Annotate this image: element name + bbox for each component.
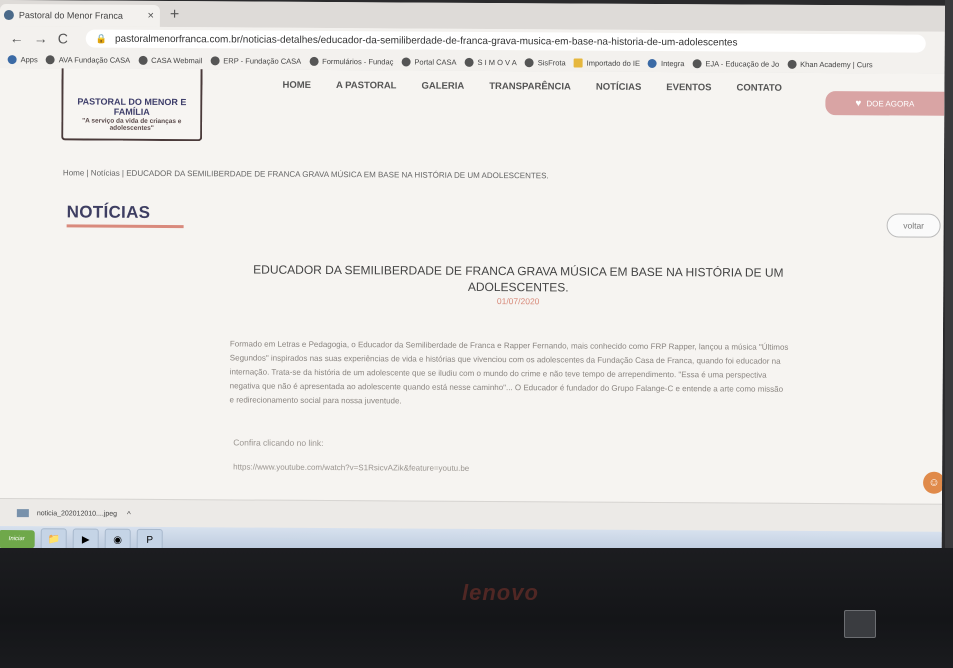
chevron-up-icon[interactable]: ^ (127, 509, 131, 518)
globe-icon (692, 58, 702, 68)
bookmark-formularios[interactable]: Formulários - Fundaç (309, 56, 393, 66)
globe-icon (309, 56, 319, 66)
new-tab-button[interactable]: + (170, 6, 179, 24)
globe-icon (210, 55, 220, 65)
chat-bubble-icon[interactable]: ☺ (923, 471, 945, 494)
nav-noticias[interactable]: NOTÍCIAS (596, 82, 641, 93)
nav-transparencia[interactable]: TRANSPARÊNCIA (489, 81, 571, 92)
donate-button[interactable]: ♥ DOE AGORA (825, 91, 945, 116)
laptop-bezel (0, 548, 953, 668)
bookmark-apps[interactable]: Apps (7, 54, 38, 64)
bookmark-ava[interactable]: AVA Fundação CASA (45, 54, 130, 64)
hardware-sticker (844, 610, 876, 638)
bookmark-importado[interactable]: Importado do IE (573, 58, 640, 68)
breadcrumb[interactable]: Home | Notícias | EDUCADOR DA SEMILIBERD… (63, 168, 549, 180)
back-arrow-icon[interactable]: ← (10, 30, 24, 46)
monitor-screen: Pastoral do Menor Franca × + ← → C 🔒 pas… (0, 0, 945, 558)
bookmark-portal[interactable]: Portal CASA (401, 56, 457, 67)
article-date: 01/07/2020 (496, 296, 540, 307)
page-title: NOTÍCIAS (66, 202, 151, 222)
lock-icon: 🔒 (95, 33, 108, 44)
article-body: Formado em Letras e Pedagogia, o Educado… (229, 339, 789, 406)
article-headline: EDUCADOR DA SEMILIBERDADE DE FRANCA GRAV… (253, 262, 784, 295)
article-cta: Confira clicando no link: (233, 437, 324, 448)
globe-icon (648, 58, 658, 68)
site-favicon-icon (3, 10, 14, 21)
nav-galeria[interactable]: GALERIA (421, 81, 464, 92)
back-button[interactable]: voltar (886, 213, 941, 238)
bookmark-sisfrota[interactable]: SisFrota (524, 57, 566, 67)
address-bar[interactable]: 🔒 pastoralmenorfranca.com.br/noticias-de… (85, 29, 926, 53)
apps-grid-icon (7, 54, 17, 64)
start-button[interactable]: Iniciar (0, 530, 35, 549)
bookmark-icon (45, 54, 55, 64)
lenovo-logo: lenovo (462, 580, 539, 605)
folder-icon (573, 58, 583, 68)
globe-icon (524, 57, 534, 67)
title-underline (66, 224, 184, 229)
downloaded-file[interactable]: noticia_202012010....jpeg (37, 510, 117, 517)
close-tab-icon[interactable]: × (147, 10, 154, 22)
forward-arrow-icon[interactable]: → (34, 30, 48, 46)
bookmark-simova[interactable]: S I M O V A (464, 57, 517, 67)
globe-icon (138, 55, 148, 65)
reload-icon[interactable]: C (58, 30, 72, 46)
heart-icon: ♥ (855, 97, 862, 109)
web-page: PASTORAL DO MENOR E FAMÍLIA "A serviço d… (0, 67, 945, 504)
logo-tagline: "A serviço da vida de crianças e adolesc… (82, 117, 182, 132)
screen-edge (945, 0, 953, 552)
main-navigation: HOME A PASTORAL GALERIA TRANSPARÊNCIA NO… (282, 80, 806, 94)
globe-icon (787, 59, 797, 69)
bookmark-integra[interactable]: Integra (648, 58, 684, 68)
donate-label: DOE AGORA (866, 98, 915, 109)
bookmark-khan[interactable]: Khan Academy | Curs (787, 59, 873, 69)
globe-icon (464, 57, 474, 67)
bookmark-eja[interactable]: EJA - Educação de Jo (692, 58, 779, 68)
nav-pastoral[interactable]: A PASTORAL (336, 80, 397, 91)
nav-eventos[interactable]: EVENTOS (666, 82, 711, 93)
url-text: pastoralmenorfranca.com.br/noticias-deta… (114, 33, 738, 49)
bookmark-webmail[interactable]: CASA Webmail (138, 55, 202, 65)
nav-contato[interactable]: CONTATO (736, 83, 781, 94)
nav-home[interactable]: HOME (282, 80, 311, 91)
youtube-link[interactable]: https://www.youtube.com/watch?v=S1RsicvA… (233, 462, 469, 472)
globe-icon (401, 56, 411, 67)
site-logo[interactable]: PASTORAL DO MENOR E FAMÍLIA "A serviço d… (61, 67, 203, 142)
bookmark-erp[interactable]: ERP - Fundação CASA (210, 55, 301, 65)
browser-tab[interactable]: Pastoral do Menor Franca × (0, 3, 160, 27)
tab-title: Pastoral do Menor Franca (18, 10, 123, 21)
image-file-icon (16, 509, 29, 518)
logo-name: PASTORAL DO MENOR E FAMÍLIA (77, 96, 187, 117)
